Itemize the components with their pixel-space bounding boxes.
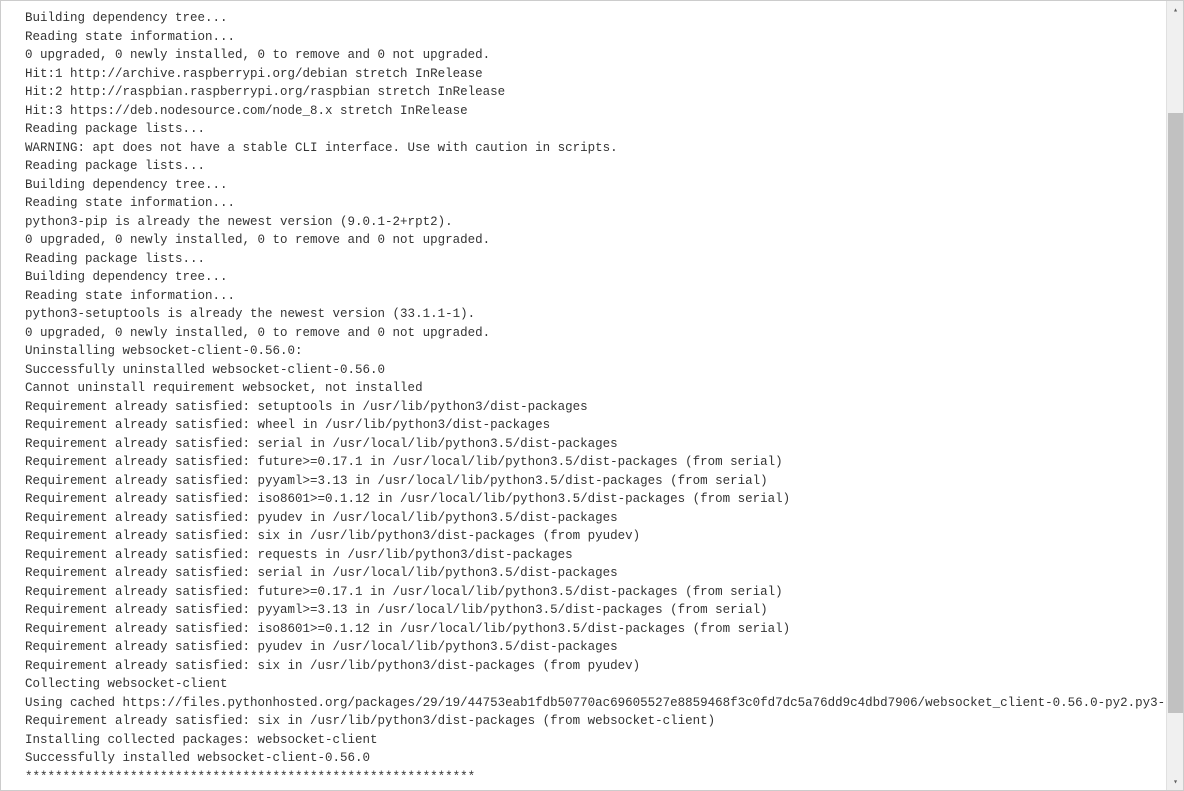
terminal-line: Requirement already satisfied: setuptool…: [25, 398, 1154, 417]
terminal-line: Requirement already satisfied: future>=0…: [25, 453, 1154, 472]
terminal-line: Requirement already satisfied: pyudev in…: [25, 638, 1154, 657]
terminal-line: Requirement already satisfied: pyyaml>=3…: [25, 601, 1154, 620]
terminal-line: 0 upgraded, 0 newly installed, 0 to remo…: [25, 46, 1154, 65]
terminal-line: Requirement already satisfied: iso8601>=…: [25, 490, 1154, 509]
terminal-line: Building dependency tree...: [25, 268, 1154, 287]
terminal-line: Collecting websocket-client: [25, 675, 1154, 694]
terminal-line: Hit:1 http://archive.raspberrypi.org/deb…: [25, 65, 1154, 84]
terminal-line: Requirement already satisfied: pyyaml>=3…: [25, 472, 1154, 491]
terminal-line: Requirement already satisfied: six in /u…: [25, 657, 1154, 676]
terminal-line: python3-setuptools is already the newest…: [25, 305, 1154, 324]
terminal-line: Requirement already satisfied: requests …: [25, 546, 1154, 565]
terminal-line: Reading package lists...: [25, 120, 1154, 139]
terminal-line: Requirement already satisfied: serial in…: [25, 435, 1154, 454]
scroll-up-arrow-icon[interactable]: ▴: [1167, 1, 1184, 18]
terminal-output[interactable]: Building dependency tree...Reading state…: [1, 1, 1166, 790]
terminal-line: Reading package lists...: [25, 250, 1154, 269]
terminal-line: Reading state information...: [25, 287, 1154, 306]
terminal-line: Requirement already satisfied: iso8601>=…: [25, 620, 1154, 639]
terminal-line: Using cached https://files.pythonhosted.…: [25, 694, 1154, 713]
scroll-down-arrow-icon[interactable]: ▾: [1167, 773, 1184, 790]
terminal-line: Cannot uninstall requirement websocket, …: [25, 379, 1154, 398]
vertical-scrollbar[interactable]: ▴ ▾: [1166, 1, 1183, 790]
terminal-line: Building dependency tree...: [25, 9, 1154, 28]
scrollbar-thumb[interactable]: [1168, 113, 1183, 713]
terminal-line: Uninstalling websocket-client-0.56.0:: [25, 342, 1154, 361]
terminal-line: python3-pip is already the newest versio…: [25, 213, 1154, 232]
terminal-line: Requirement already satisfied: six in /u…: [25, 712, 1154, 731]
terminal-line: Requirement already satisfied: wheel in …: [25, 416, 1154, 435]
terminal-line: Installing collected packages: websocket…: [25, 731, 1154, 750]
terminal-line: Building dependency tree...: [25, 176, 1154, 195]
scrollbar-track[interactable]: [1167, 18, 1183, 773]
terminal-line: Requirement already satisfied: six in /u…: [25, 527, 1154, 546]
terminal-line: 0 upgraded, 0 newly installed, 0 to remo…: [25, 324, 1154, 343]
terminal-line: ****************************************…: [25, 768, 1154, 787]
terminal-line: 0 upgraded, 0 newly installed, 0 to remo…: [25, 231, 1154, 250]
terminal-line: Reading state information...: [25, 194, 1154, 213]
terminal-line: Reading state information...: [25, 28, 1154, 47]
terminal-line: WARNING: apt does not have a stable CLI …: [25, 139, 1154, 158]
terminal-line: Hit:2 http://raspbian.raspberrypi.org/ra…: [25, 83, 1154, 102]
terminal-line: Hit:3 https://deb.nodesource.com/node_8.…: [25, 102, 1154, 121]
terminal-line: Reading package lists...: [25, 157, 1154, 176]
terminal-line: Requirement already satisfied: serial in…: [25, 564, 1154, 583]
terminal-line: Successfully uninstalled websocket-clien…: [25, 361, 1154, 380]
terminal-line: Requirement already satisfied: pyudev in…: [25, 509, 1154, 528]
terminal-line: Successfully installed websocket-client-…: [25, 749, 1154, 768]
terminal-line: Requirement already satisfied: future>=0…: [25, 583, 1154, 602]
terminal-window: Building dependency tree...Reading state…: [0, 0, 1184, 791]
